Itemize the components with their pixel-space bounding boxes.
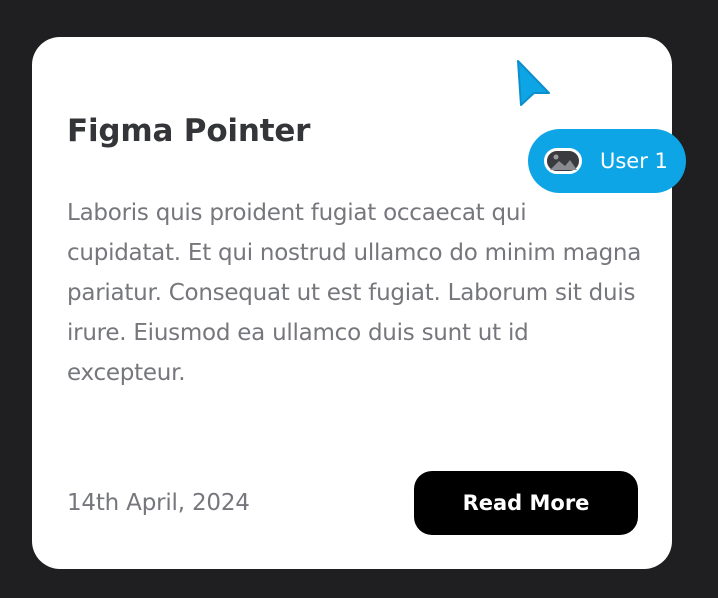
card-date: 14th April, 2024 <box>67 490 250 516</box>
user-name-label: User 1 <box>600 149 668 173</box>
user-pointer-tag: User 1 <box>528 129 686 193</box>
cursor-arrow-icon <box>517 60 550 106</box>
card-body-text: Laboris quis proident fugiat occaecat qu… <box>67 200 642 386</box>
image-placeholder-icon <box>544 148 582 174</box>
article-card: Figma Pointer Laboris quis proident fugi… <box>32 37 672 569</box>
read-more-button[interactable]: Read More <box>414 471 638 535</box>
card-title: Figma Pointer <box>67 113 311 149</box>
